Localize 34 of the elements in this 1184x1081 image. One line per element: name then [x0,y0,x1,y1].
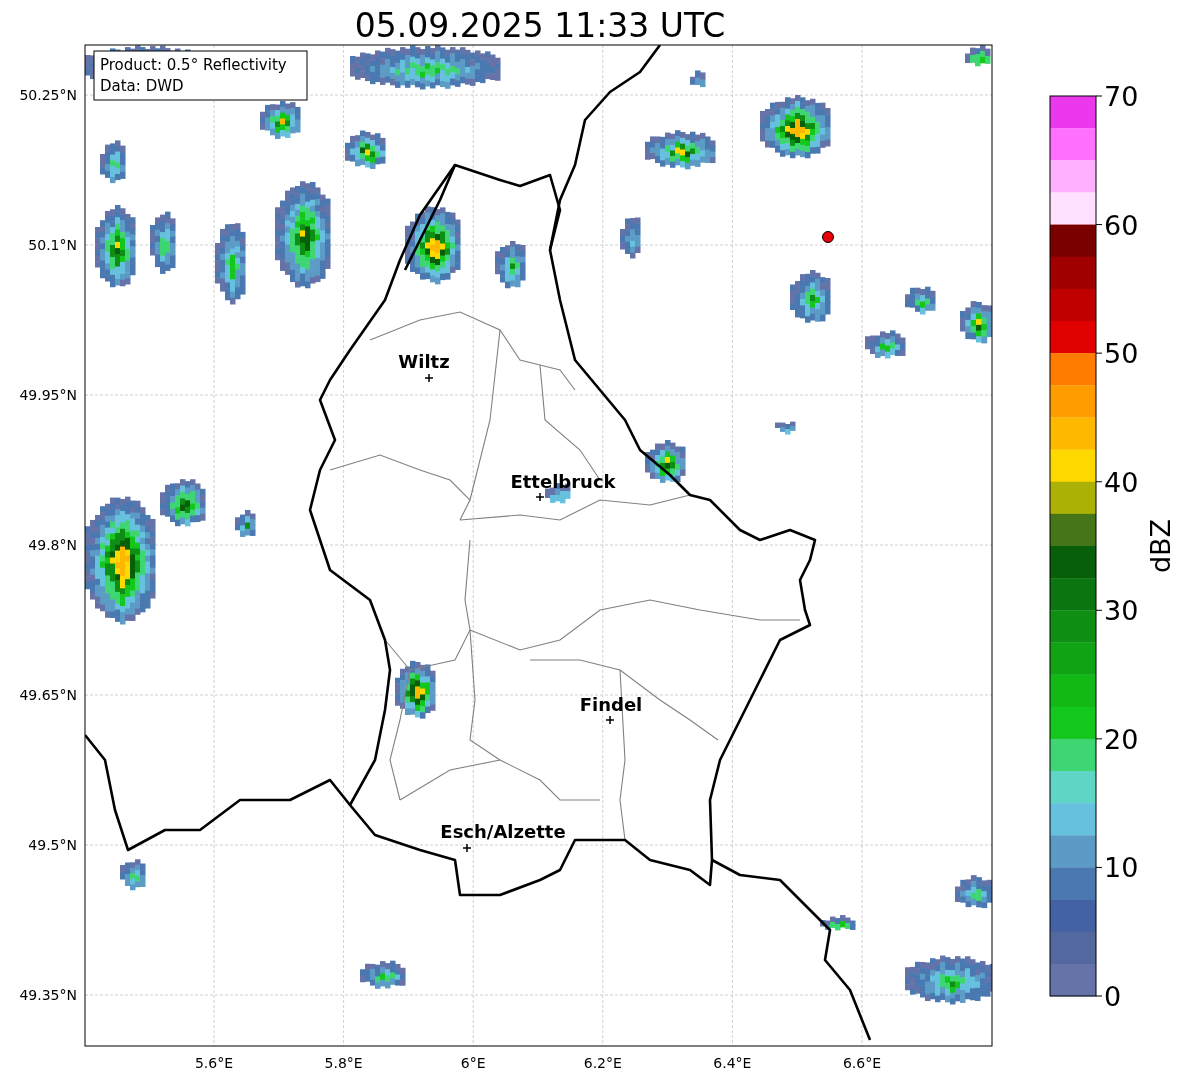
latitude-tick-label: 50.1°N [28,237,77,253]
city-marker-icon [605,715,615,725]
city-marker-icon [424,373,434,383]
city-marker-icon [535,492,545,502]
map-title: 05.09.2025 11:33 UTC [354,6,726,45]
info-text: Data: DWD [100,77,184,95]
longitude-tick-label: 6°E [460,1055,486,1071]
latitude-tick-label: 49.65°N [19,687,77,703]
latitude-tick-label: 49.95°N [19,387,77,403]
longitude-tick-label: 5.8°E [324,1055,363,1071]
latitude-tick-label: 49.8°N [28,537,77,553]
colorbar-tick-label: 20 [1104,723,1139,755]
city-label: Wiltz [398,351,450,372]
info-text: Product: 0.5° Reflectivity [100,56,287,74]
longitude-tick-label: 6.2°E [583,1055,622,1071]
colorbar-tick-label: 70 [1104,81,1139,112]
colorbar-tick-label: 40 [1104,466,1139,498]
city-marker-icon [462,843,472,853]
latitude-tick-label: 49.5°N [28,837,77,853]
colorbar-tick-label: 10 [1104,852,1139,884]
radar-site-marker [822,231,834,243]
latitude-tick-label: 49.35°N [19,987,77,1003]
city-label: Findel [579,694,643,715]
colorbar-tick-label: 0 [1104,981,1122,1012]
longitude-tick-label: 6.4°E [713,1055,752,1071]
latitude-tick-label: 50.25°N [19,87,77,103]
city-label: Ettelbruck [510,471,616,492]
city-label: Esch/Alzette [440,821,566,842]
colorbar-tick-label: 50 [1104,338,1139,370]
colorbar-tick-label: 30 [1104,595,1139,627]
longitude-tick-label: 5.6°E [194,1055,234,1071]
colorbar-tick-label: 60 [1104,209,1139,241]
colorbar-label: dBZ [1145,518,1176,574]
longitude-tick-label: 6.6°E [842,1055,882,1071]
